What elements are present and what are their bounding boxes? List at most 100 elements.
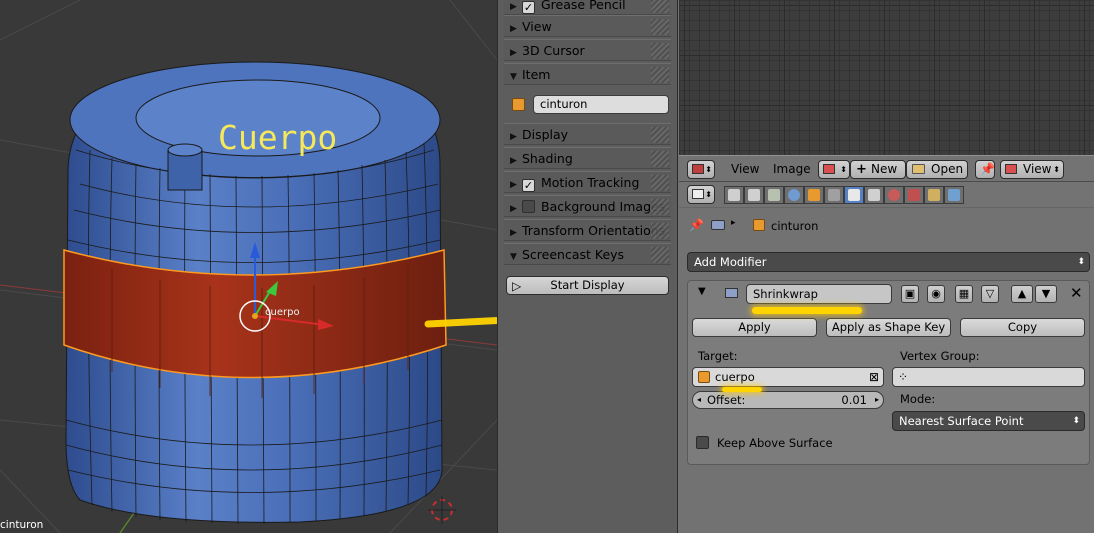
render-toggle-icon[interactable]: ▣ <box>901 285 919 303</box>
vertex-group-field[interactable]: ⁘ <box>892 367 1085 387</box>
collapsed-triangle-icon: ▶ <box>510 228 517 238</box>
wrench-icon <box>848 189 860 201</box>
keep-above-label: Keep Above Surface <box>717 436 833 450</box>
section-motion-tracking[interactable]: ▶ ✓ Motion Tracking <box>504 171 671 193</box>
camera-icon <box>728 189 740 201</box>
tab-data[interactable] <box>864 186 884 204</box>
new-image-button[interactable]: + New <box>850 160 906 179</box>
scene-icon <box>768 189 780 201</box>
chevron-updown-icon: ⬍ <box>705 190 712 199</box>
tab-physics[interactable] <box>944 186 964 204</box>
expanded-triangle-icon: ▼ <box>510 72 517 82</box>
cage-toggle-icon[interactable]: ▽ <box>981 285 999 303</box>
tab-material[interactable] <box>884 186 904 204</box>
tab-particles[interactable] <box>924 186 944 204</box>
modifier-panel-shrinkwrap: ▼ Shrinkwrap ▣ ◉ ▦ ▽ ▲ ▼ ✕ Apply Apply a… <box>687 280 1090 465</box>
drag-grip-icon[interactable] <box>651 127 669 143</box>
drag-grip-icon[interactable] <box>651 19 669 35</box>
move-up-icon[interactable]: ▲ <box>1011 285 1033 303</box>
viewport-scene <box>0 0 497 533</box>
section-display[interactable]: ▶ Display <box>504 123 671 145</box>
tab-constraints[interactable] <box>824 186 844 204</box>
constraints-icon <box>828 189 840 201</box>
modifier-name-field[interactable]: Shrinkwrap <box>746 284 892 304</box>
open-image-button[interactable]: Open <box>906 160 968 179</box>
origin-dot <box>252 313 258 319</box>
keep-above-checkbox[interactable] <box>696 436 709 449</box>
shrinkwrap-modifier-icon <box>725 288 738 298</box>
image-editor-header: ⬍ View Image ⬍ + New Open 📌 View ⬍ <box>679 155 1094 182</box>
tab-world[interactable] <box>784 186 804 204</box>
properties-shelf: ▶ ✓ Grease Pencil ▶ View ▶ 3D Cursor ▼ Item c… <box>497 0 678 533</box>
section-grease-pencil[interactable]: ▶ ✓ Grease Pencil <box>504 0 671 15</box>
close-icon[interactable]: ✕ <box>1070 284 1083 302</box>
pin-button[interactable]: 📌 <box>975 160 995 179</box>
checkbox-unchecked-icon[interactable] <box>522 200 535 213</box>
properties-editor: ⬍ 📌 ▸ cinturon Add Modifier ⬍ ▼ Shrinkwr… <box>679 182 1094 533</box>
mode-label: Mode: <box>900 392 936 406</box>
chevron-updown-icon: ⬍ <box>1053 165 1060 174</box>
object-cube-icon <box>698 371 710 383</box>
editor-type-button[interactable]: ⬍ <box>687 185 715 204</box>
clear-x-icon[interactable]: ⊠ <box>869 368 879 386</box>
editor-type-button[interactable]: ⬍ <box>687 160 715 179</box>
move-down-icon[interactable]: ▼ <box>1035 285 1057 303</box>
checkbox-checked-icon[interactable]: ✓ <box>522 1 535 14</box>
vertex-group-icon: ⁘ <box>898 370 909 384</box>
decrement-arrow-icon[interactable]: ◂ <box>697 392 701 408</box>
3d-viewport[interactable]: Cuerpo cuerpo cinturon <box>0 0 497 533</box>
active-object-label: cinturon <box>0 519 44 531</box>
view-mode-select[interactable]: View ⬍ <box>1000 160 1064 179</box>
breadcrumb-object: cinturon <box>771 219 819 233</box>
add-modifier-dropdown[interactable]: Add Modifier ⬍ <box>687 252 1090 272</box>
section-background-images[interactable]: ▶ Background Images <box>504 195 671 217</box>
breadcrumb-arrow-icon: ▸ <box>731 218 736 228</box>
increment-arrow-icon[interactable]: ▸ <box>875 392 879 408</box>
collapse-triangle-icon[interactable]: ▼ <box>698 286 706 297</box>
tab-render-layers[interactable] <box>744 186 764 204</box>
tab-render[interactable] <box>724 186 744 204</box>
image-editor-canvas[interactable] <box>679 0 1094 155</box>
menu-image[interactable]: Image <box>773 162 811 176</box>
drag-grip-icon[interactable] <box>651 151 669 167</box>
object-icon <box>808 189 820 201</box>
drag-grip-icon[interactable] <box>651 43 669 59</box>
image-browse-button[interactable]: ⬍ <box>818 160 850 179</box>
section-transform-orientations[interactable]: ▶ Transform Orientations <box>504 219 671 241</box>
section-3d-cursor[interactable]: ▶ 3D Cursor <box>504 39 671 61</box>
embossed-text: Cuerpo <box>218 118 338 157</box>
apply-button[interactable]: Apply <box>692 318 817 337</box>
drag-grip-icon[interactable] <box>651 223 669 239</box>
collapsed-triangle-icon: ▶ <box>510 180 517 190</box>
offset-slider[interactable]: ◂ Offset: 0.01 ▸ <box>692 391 884 409</box>
menu-view[interactable]: View <box>731 162 759 176</box>
properties-icon <box>692 189 704 199</box>
mode-dropdown[interactable]: Nearest Surface Point ⬍ <box>892 411 1085 431</box>
editmode-toggle-icon[interactable]: ▦ <box>955 285 973 303</box>
drag-grip-icon[interactable] <box>651 199 669 215</box>
copy-button[interactable]: Copy <box>960 318 1085 337</box>
collapsed-triangle-icon: ▶ <box>510 24 517 34</box>
drag-grip-icon[interactable] <box>651 175 669 191</box>
item-name-field[interactable]: cinturon <box>533 95 669 114</box>
drag-grip-icon[interactable] <box>651 247 669 263</box>
tab-scene[interactable] <box>764 186 784 204</box>
viewport-visibility-eye-icon[interactable]: ◉ <box>927 285 945 303</box>
section-screencast-keys[interactable]: ▼ Screencast Keys <box>504 243 671 265</box>
drag-grip-icon[interactable] <box>651 0 669 13</box>
target-field[interactable]: cuerpo ⊠ <box>692 367 884 387</box>
section-item[interactable]: ▼ Item <box>504 63 671 85</box>
tab-modifiers[interactable] <box>844 186 864 204</box>
target-label: Target: <box>698 349 738 363</box>
start-display-button[interactable]: ▷ Start Display <box>506 276 669 295</box>
section-shading[interactable]: ▶ Shading <box>504 147 671 169</box>
drag-grip-icon[interactable] <box>651 67 669 83</box>
section-view[interactable]: ▶ View <box>504 15 671 37</box>
apply-as-shape-key-button[interactable]: Apply as Shape Key <box>826 318 951 337</box>
tab-texture[interactable] <box>904 186 924 204</box>
properties-tabs: ⬍ <box>679 182 1094 208</box>
checkbox-checked-icon[interactable]: ✓ <box>522 179 535 192</box>
tab-object[interactable] <box>804 186 824 204</box>
expanded-triangle-icon: ▼ <box>510 252 517 262</box>
pin-icon[interactable]: 📌 <box>689 218 704 232</box>
